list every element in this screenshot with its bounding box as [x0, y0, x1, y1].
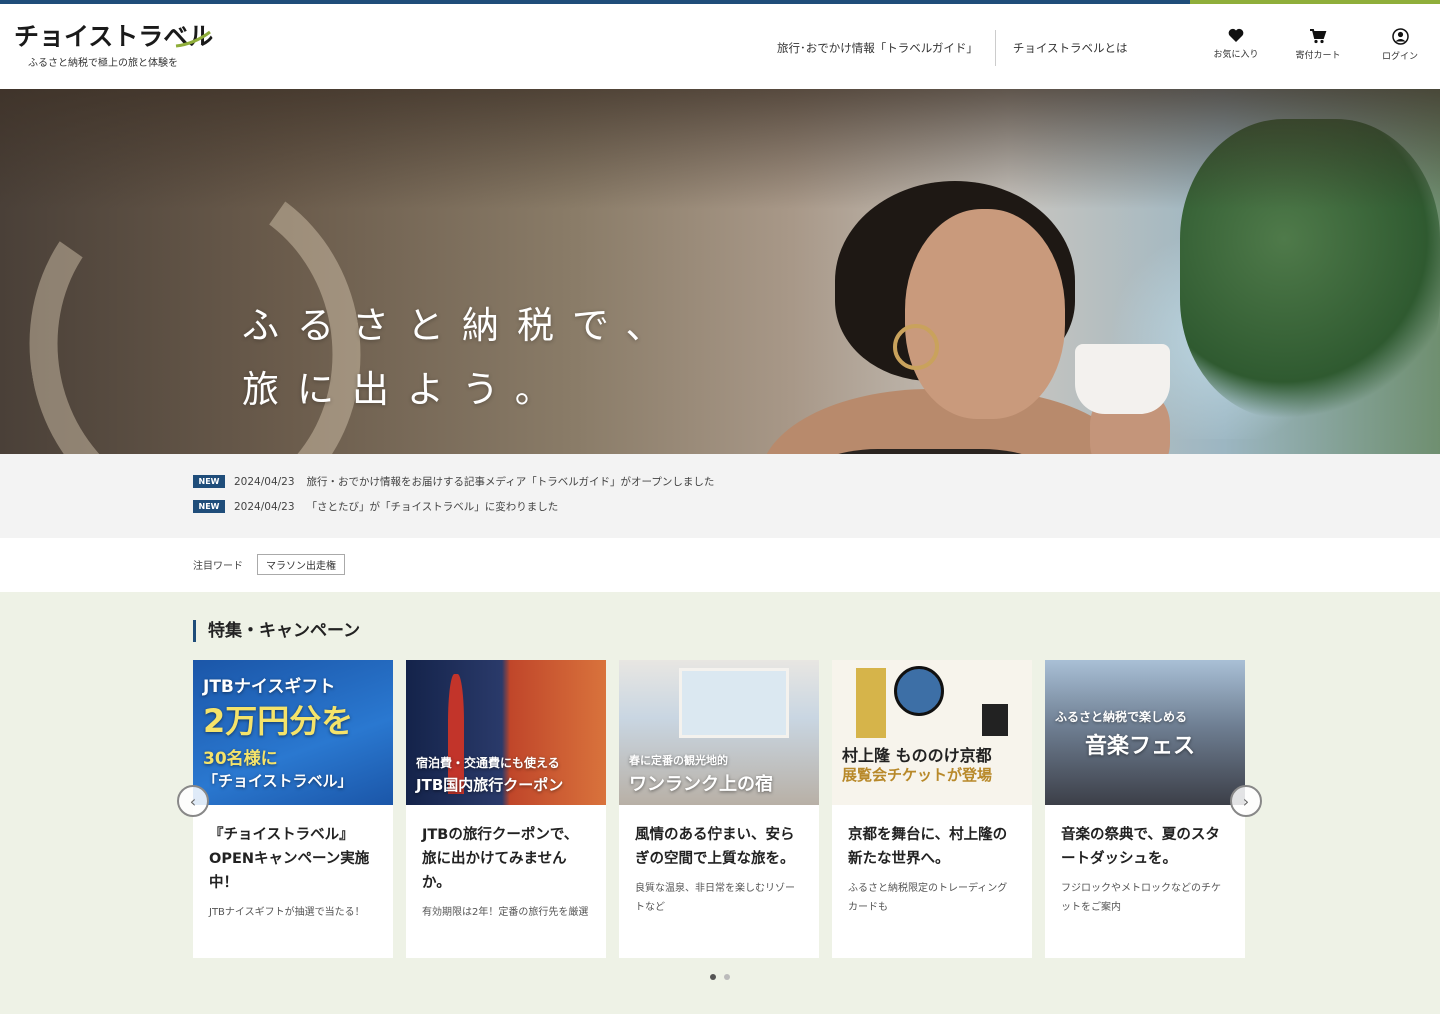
feature-campaign-section: 特集・キャンペーン JTBナイスギフト 2万円分を 30名様に 「チョイストラベ… [0, 592, 1440, 1014]
keyword-section: 注目ワード マラソン出走権 [193, 554, 345, 575]
login-label: ログイン [1381, 52, 1418, 62]
heart-icon [1228, 28, 1244, 42]
thumb-line: 宿泊費・交通費にも使える [416, 756, 560, 770]
cart-label: 寄付カート [1295, 51, 1341, 61]
pagination-dot[interactable] [710, 974, 716, 980]
cart-icon [1310, 29, 1327, 44]
thumb-line: 2万円分を [203, 702, 354, 740]
nav-travel-guide[interactable]: 旅行･おでかけ情報「トラベルガイド」 [760, 40, 995, 56]
news-date: 2024/04/23 [234, 500, 295, 513]
carousel-next-button[interactable]: › [1230, 785, 1262, 817]
news-list: NEW 2024/04/23 旅行・おでかけ情報をお届けする記事メディア「トラベ… [0, 454, 1440, 538]
new-badge: NEW [193, 500, 225, 513]
card-title: 『チョイストラベル』OPENキャンペーン実施中！ [209, 827, 370, 891]
card-thumbnail: 春に定番の観光地的 ワンランク上の宿 [619, 660, 819, 805]
thumb-line: 村上隆 もののけ京都 [842, 746, 992, 765]
thumb-line: 展覧会チケットが登場 [842, 766, 993, 784]
site-logo[interactable]: チョイストラベル ふるさと納税で極上の旅と体験を [14, 22, 213, 69]
card-thumbnail: ふるさと納税で楽しめる 音楽フェス [1045, 660, 1245, 805]
hero-photo-person-face [905, 209, 1065, 419]
cart-button[interactable]: 寄付カート [1277, 28, 1359, 62]
favorites-button[interactable]: お気に入り [1195, 28, 1277, 62]
thumb-line: 音楽フェス [1085, 734, 1196, 759]
card-title: JTBの旅行クーポンで、旅に出かけてみませんか。 [422, 827, 579, 891]
site-header: チョイストラベル ふるさと納税で極上の旅と体験を 旅行･おでかけ情報「トラベルガ… [0, 4, 1440, 89]
user-icon [1391, 28, 1409, 45]
card-title: 音楽の祭典で、夏のスタートダッシュを。 [1061, 827, 1220, 867]
campaign-card[interactable]: 春に定番の観光地的 ワンランク上の宿 風情のある佇まい、安らぎの空間で上質な旅を… [619, 660, 819, 958]
card-description: 有効期限は2年！定番の旅行先を厳選 [422, 907, 589, 918]
thumb-photo-poster [856, 668, 886, 738]
keyword-label: 注目ワード [193, 561, 243, 572]
thumb-line: ワンランク上の宿 [629, 774, 773, 795]
main-nav: 旅行･おでかけ情報「トラベルガイド」 チョイストラベルとは [760, 28, 1145, 68]
carousel-prev-button[interactable]: ‹ [177, 785, 209, 817]
carousel-pagination [706, 974, 734, 980]
thumb-photo-window [679, 668, 789, 738]
thumb-line: JTB国内旅行クーポン [416, 776, 564, 794]
thumb-line: 30名様に [203, 749, 278, 769]
card-title: 京都を舞台に、村上隆の新たな世界へ。 [848, 827, 1008, 867]
news-item[interactable]: NEW 2024/04/23 「さとたび」が「チョイストラベル」に変わりました [193, 499, 558, 514]
hero-copy-line2: 旅に出よう。 [242, 368, 570, 411]
hero-copy-line1: ふるさと納税で、 [242, 304, 681, 347]
campaign-card[interactable]: 宿泊費・交通費にも使える JTB国内旅行クーポン JTBの旅行クーポンで、旅に出… [406, 660, 606, 958]
thumb-line: 春に定番の観光地的 [629, 754, 728, 767]
pagination-dot[interactable] [724, 974, 730, 980]
news-item[interactable]: NEW 2024/04/23 旅行・おでかけ情報をお届けする記事メディア「トラベ… [193, 474, 714, 489]
campaign-card[interactable]: ふるさと納税で楽しめる 音楽フェス 音楽の祭典で、夏のスタートダッシュを。 フジ… [1045, 660, 1245, 958]
section-title: 特集・キャンペーン [193, 620, 360, 642]
hero-photo-earring [893, 324, 939, 370]
hero-copy: ふるさと納税で、 旅に出よう。 [242, 294, 681, 422]
login-button[interactable]: ログイン [1359, 28, 1440, 62]
hero-photo-roof [0, 89, 1440, 209]
card-description: フジロックやメトロックなどのチケットをご案内 [1061, 883, 1221, 913]
nav-about[interactable]: チョイストラベルとは [996, 40, 1145, 56]
campaign-carousel: JTBナイスギフト 2万円分を 30名様に 「チョイストラベル」 『チョイストラ… [193, 660, 1258, 958]
hero-banner: ふるさと納税で、 旅に出よう。 [0, 89, 1440, 454]
news-date: 2024/04/23 [234, 475, 295, 488]
favorites-label: お気に入り [1213, 50, 1259, 60]
card-thumbnail: JTBナイスギフト 2万円分を 30名様に 「チョイストラベル」 [193, 660, 393, 805]
news-text: 「さとたび」が「チョイストラベル」に変わりました [306, 501, 559, 513]
thumb-photo-artwork [894, 666, 944, 716]
keyword-tag[interactable]: マラソン出走権 [257, 554, 345, 575]
header-icons: お気に入り 寄付カート ログイン [1195, 28, 1440, 62]
card-thumbnail: 宿泊費・交通費にも使える JTB国内旅行クーポン [406, 660, 606, 805]
card-description: JTBナイスギフトが抽選で当たる！ [209, 907, 365, 918]
hero-photo-cup [1075, 344, 1170, 414]
card-title: 風情のある佇まい、安らぎの空間で上質な旅を。 [635, 827, 795, 867]
thumb-photo-card [982, 704, 1008, 736]
thumb-line: ふるさと納税で楽しめる [1055, 710, 1188, 724]
logo-swoosh-icon [175, 30, 211, 48]
card-thumbnail: 村上隆 もののけ京都 展覧会チケットが登場 [832, 660, 1032, 805]
logo-tagline: ふるさと納税で極上の旅と体験を [28, 58, 178, 69]
thumb-line: JTBナイスギフト [203, 677, 336, 697]
new-badge: NEW [193, 475, 225, 488]
chevron-right-icon: › [1242, 791, 1250, 811]
thumb-line: 「チョイストラベル」 [203, 772, 353, 790]
chevron-left-icon: ‹ [189, 791, 197, 811]
card-description: 良質な温泉、非日常を楽しむリゾートなど [635, 883, 795, 913]
news-text: 旅行・おでかけ情報をお届けする記事メディア「トラベルガイド」がオープンしました [306, 476, 715, 488]
campaign-card[interactable]: 村上隆 もののけ京都 展覧会チケットが登場 京都を舞台に、村上隆の新たな世界へ。… [832, 660, 1032, 958]
card-description: ふるさと納税限定のトレーディングカードも [848, 883, 1008, 913]
campaign-card[interactable]: JTBナイスギフト 2万円分を 30名様に 「チョイストラベル」 『チョイストラ… [193, 660, 393, 958]
